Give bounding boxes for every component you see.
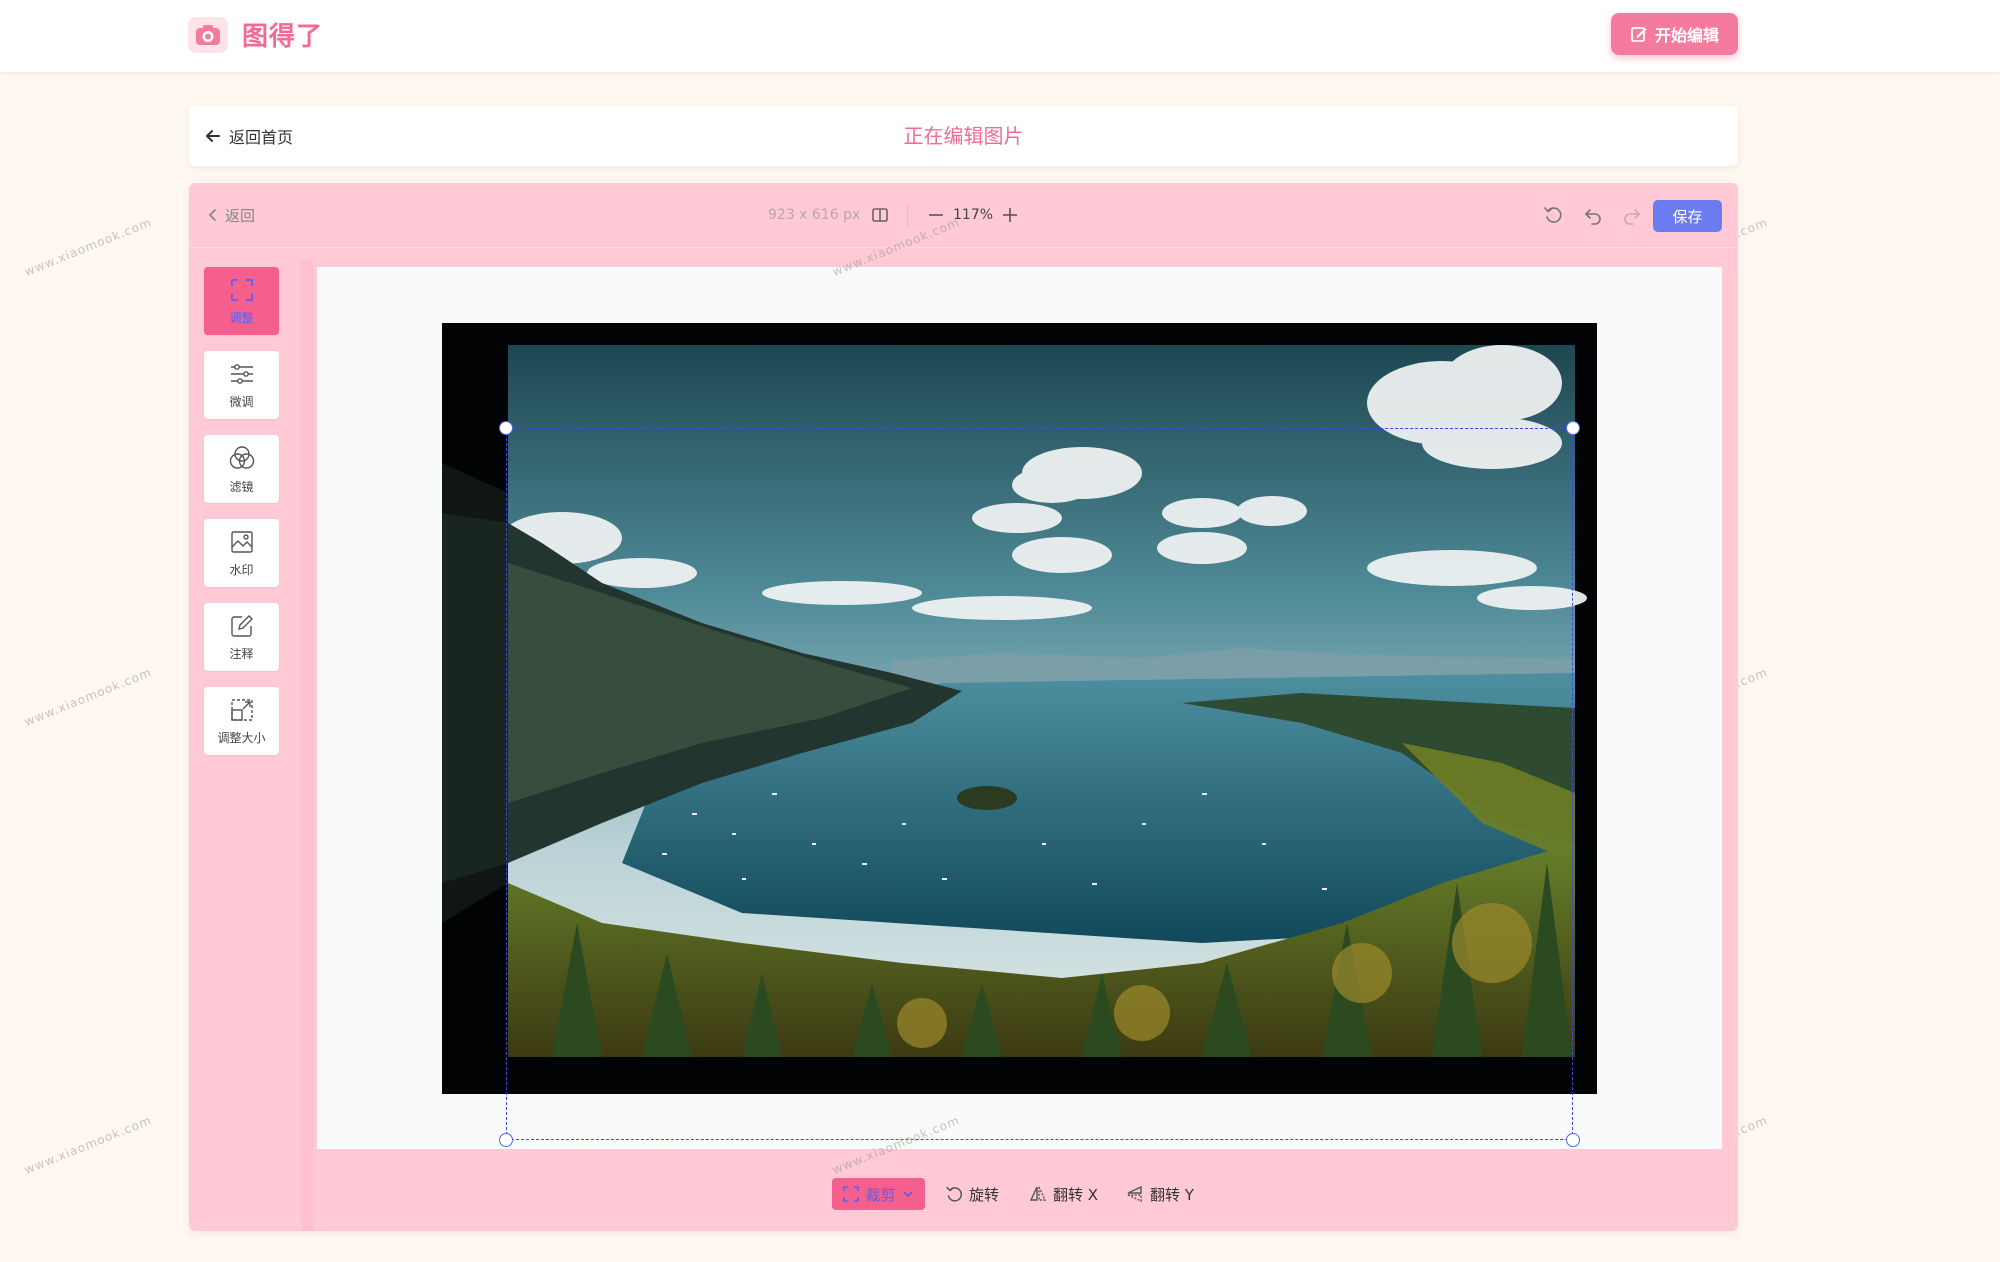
zoom-in-icon[interactable]: [999, 203, 1021, 227]
crop-frame-icon: [230, 278, 253, 301]
save-button[interactable]: 保存: [1653, 200, 1722, 232]
crop-label: 裁剪: [865, 1185, 896, 1204]
sliders-icon: [230, 363, 253, 384]
tool-filter[interactable]: 滤镜: [204, 435, 279, 503]
filter-circles-icon: [229, 445, 254, 469]
compare-view-icon[interactable]: [870, 205, 890, 225]
app-name[interactable]: 图得了: [242, 16, 323, 53]
rotate-icon: [946, 1186, 963, 1202]
side-divider: [301, 259, 313, 1231]
tool-annotate[interactable]: 注释: [204, 603, 279, 671]
watermark-text: www.xiaomook.com: [22, 1113, 154, 1177]
tool-annotate-label: 注释: [229, 646, 254, 661]
undo-icon[interactable]: [1582, 204, 1604, 226]
flip-vertical-icon: [1127, 1185, 1142, 1203]
tool-watermark[interactable]: 水印: [204, 519, 279, 587]
tool-filter-label: 滤镜: [229, 479, 254, 494]
crop-handle-top-right[interactable]: [1566, 421, 1580, 435]
rotate-label: 旋转: [969, 1185, 1000, 1204]
rotate-button[interactable]: 旋转: [945, 1178, 999, 1210]
flip-x-button[interactable]: 翻转 X: [1029, 1178, 1098, 1210]
tool-finetune[interactable]: 微调: [204, 351, 279, 419]
crop-icon: [843, 1186, 860, 1202]
edit-icon: [1631, 27, 1647, 42]
flip-y-label: 翻转 Y: [1150, 1185, 1194, 1204]
crop-handle-bottom-right[interactable]: [1566, 1133, 1580, 1147]
crop-handle-top-left[interactable]: [499, 421, 513, 435]
image-dimensions: 923 x 616 px: [768, 207, 861, 223]
flip-x-label: 翻转 X: [1053, 1185, 1099, 1204]
start-edit-label: 开始编辑: [1654, 26, 1719, 45]
watermark-text: www.xiaomook.com: [22, 215, 154, 279]
crop-handle-bottom-left[interactable]: [499, 1133, 513, 1147]
redo-icon[interactable]: [1621, 204, 1643, 226]
tool-adjust-label: 调整: [229, 310, 254, 325]
flip-y-button[interactable]: 翻转 Y: [1126, 1178, 1194, 1210]
back-home-link[interactable]: 返回首页: [205, 106, 293, 166]
sub-header: 返回首页 正在编辑图片: [189, 106, 1738, 166]
start-edit-button[interactable]: 开始编辑: [1611, 13, 1738, 55]
editor-toolbar: 返回 923 x 616 px 117% 保存: [189, 183, 1738, 248]
back-home-label: 返回首页: [229, 128, 294, 147]
image-editor: 返回 923 x 616 px 117% 保存 调整 微调 滤镜 水印 注释 调…: [189, 183, 1738, 1231]
annotate-pen-icon: [230, 614, 253, 637]
watermark-text: www.xiaomook.com: [22, 665, 154, 729]
chevron-left-icon: [208, 209, 216, 221]
reset-icon[interactable]: [1542, 204, 1564, 226]
logo-camera-icon[interactable]: [188, 17, 228, 53]
page-title: 正在编辑图片: [903, 124, 1024, 148]
top-bar: 图得了 开始编辑: [0, 0, 2000, 72]
flip-horizontal-icon: [1029, 1186, 1047, 1201]
tool-finetune-label: 微调: [229, 394, 254, 409]
editor-back-label: 返回: [225, 206, 256, 225]
tool-adjust[interactable]: 调整: [204, 267, 279, 335]
tool-watermark-label: 水印: [229, 562, 254, 577]
watermark-image-icon: [230, 530, 253, 553]
crop-button[interactable]: 裁剪: [832, 1178, 925, 1210]
image-canvas[interactable]: [317, 267, 1722, 1149]
arrow-left-icon: [206, 130, 220, 142]
zoom-level: 117%: [953, 207, 994, 223]
tool-resize-label: 调整大小: [217, 730, 266, 745]
edited-photo[interactable]: [442, 323, 1597, 1094]
editor-back-button[interactable]: 返回: [207, 183, 255, 247]
tool-resize[interactable]: 调整大小: [204, 687, 279, 755]
resize-icon: [230, 698, 253, 721]
lake-landscape-image: [442, 323, 1597, 1094]
bottom-action-bar: 裁剪 旋转 翻转 X 翻转 Y: [189, 1149, 1738, 1231]
toolbar-divider: [907, 205, 908, 227]
chevron-down-icon: [902, 1191, 913, 1198]
